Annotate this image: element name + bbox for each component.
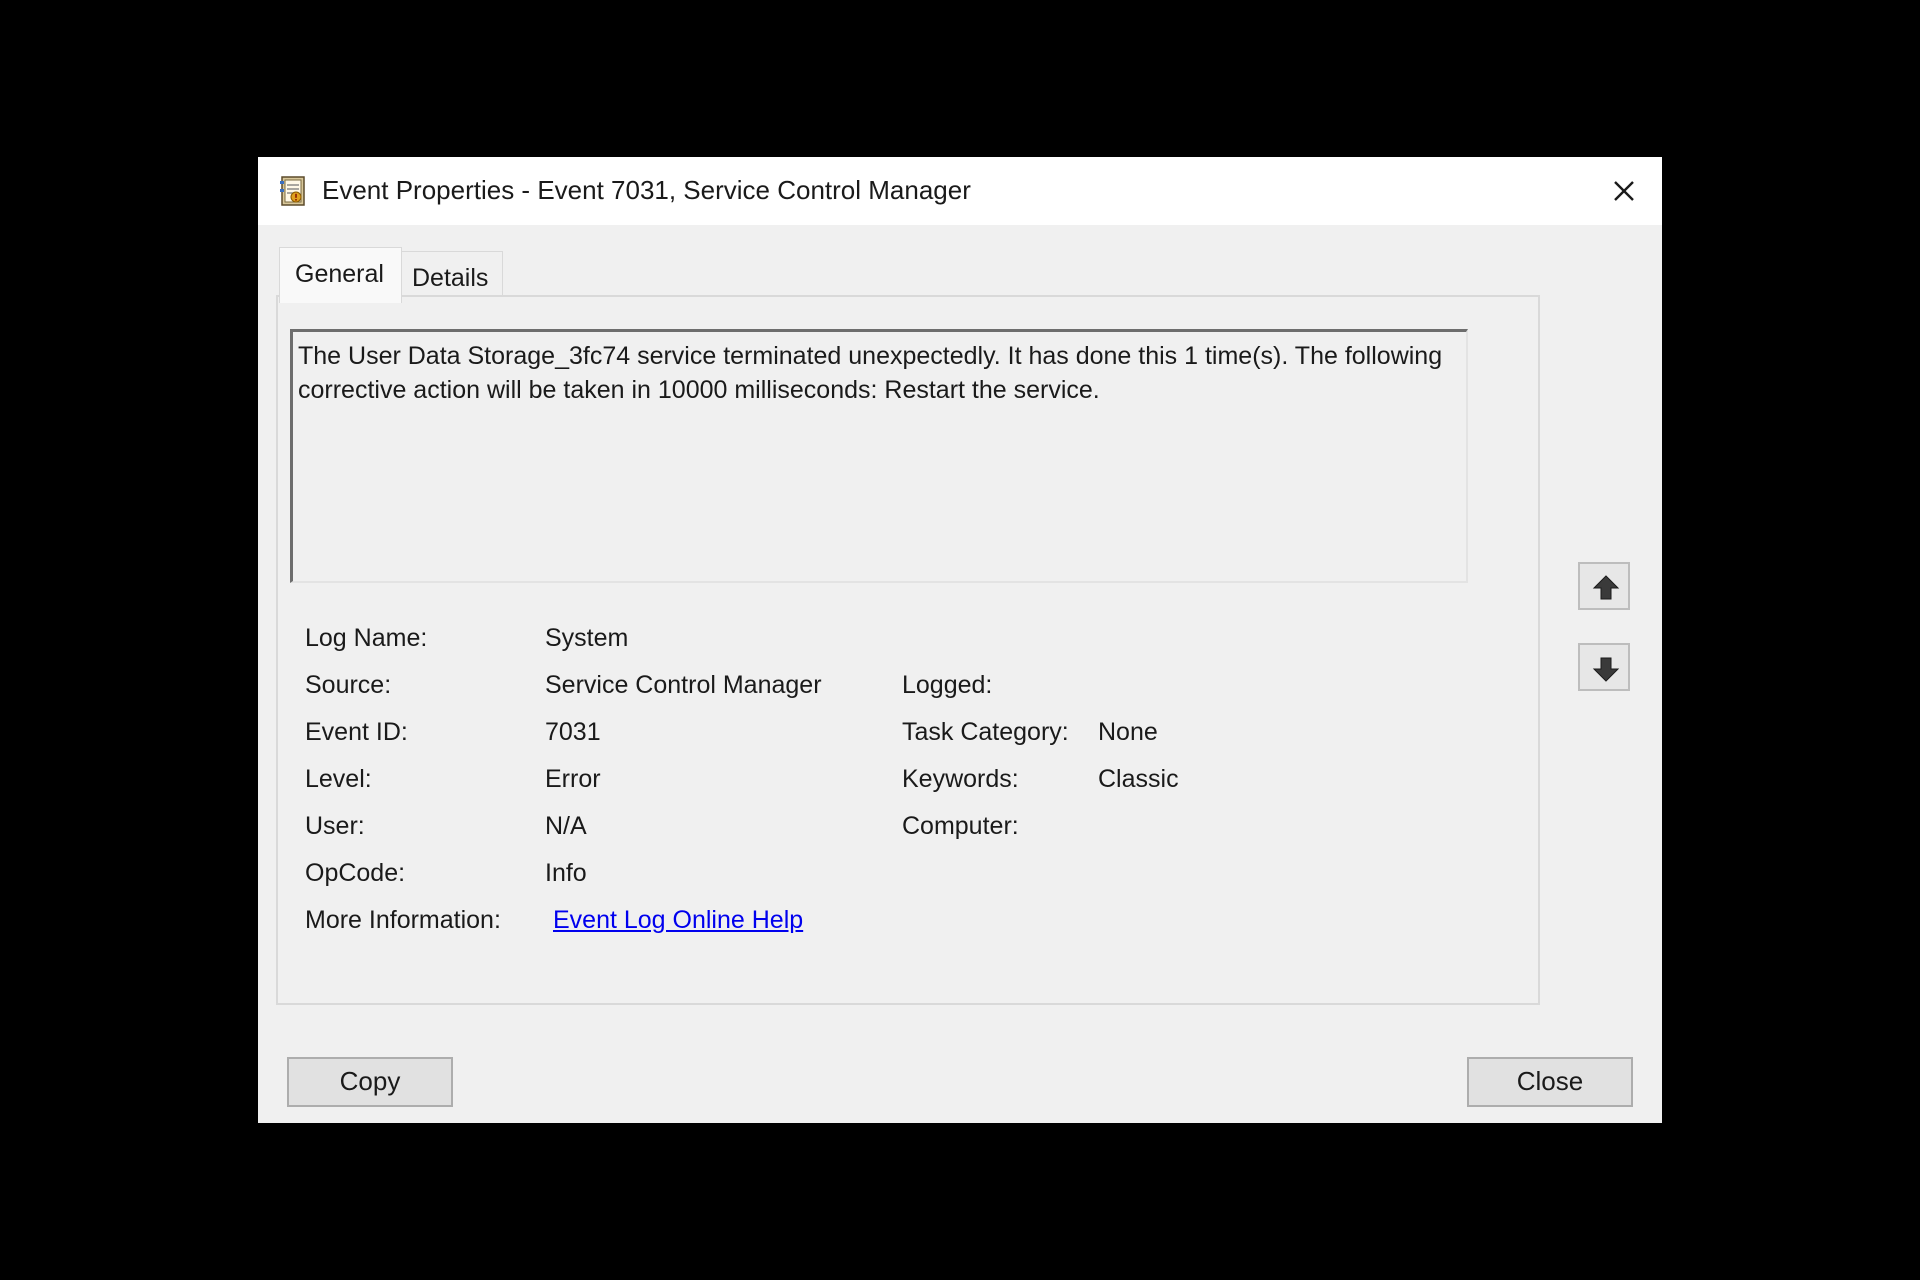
arrow-up-icon xyxy=(1592,575,1620,600)
source-label: Source: xyxy=(305,671,392,699)
event-description[interactable]: The User Data Storage_3fc74 service term… xyxy=(290,329,1468,583)
title-bar: Event Properties - Event 7031, Service C… xyxy=(258,157,1662,225)
level-value: Error xyxy=(545,765,601,793)
task-category-label: Task Category: xyxy=(902,718,1069,746)
task-category-value: None xyxy=(1098,718,1158,746)
event-log-online-help-link[interactable]: Event Log Online Help xyxy=(553,906,803,935)
keywords-label: Keywords: xyxy=(902,765,1019,793)
next-event-button[interactable] xyxy=(1578,643,1630,691)
copy-button[interactable]: Copy xyxy=(287,1057,453,1107)
source-value: Service Control Manager xyxy=(545,671,822,699)
logged-label: Logged: xyxy=(902,671,993,699)
user-label: User: xyxy=(305,812,365,840)
event-id-label: Event ID: xyxy=(305,718,408,746)
log-name-value: System xyxy=(545,624,629,652)
window-title: Event Properties - Event 7031, Service C… xyxy=(322,175,971,205)
level-label: Level: xyxy=(305,765,372,793)
previous-event-button[interactable] xyxy=(1578,562,1630,610)
opcode-label: OpCode: xyxy=(305,859,406,887)
event-viewer-icon xyxy=(279,175,307,207)
log-name-label: Log Name: xyxy=(305,624,428,652)
opcode-value: Info xyxy=(545,859,587,887)
user-value: N/A xyxy=(545,812,587,840)
event-id-value: 7031 xyxy=(545,718,601,746)
more-information-label: More Information: xyxy=(305,906,501,934)
arrow-down-icon xyxy=(1592,657,1620,682)
computer-label: Computer: xyxy=(902,812,1019,840)
close-icon[interactable] xyxy=(1604,171,1644,211)
close-button[interactable]: Close xyxy=(1467,1057,1633,1107)
keywords-value: Classic xyxy=(1098,765,1179,793)
event-properties-dialog: Event Properties - Event 7031, Service C… xyxy=(258,157,1662,1123)
tab-general[interactable]: General xyxy=(279,247,402,303)
